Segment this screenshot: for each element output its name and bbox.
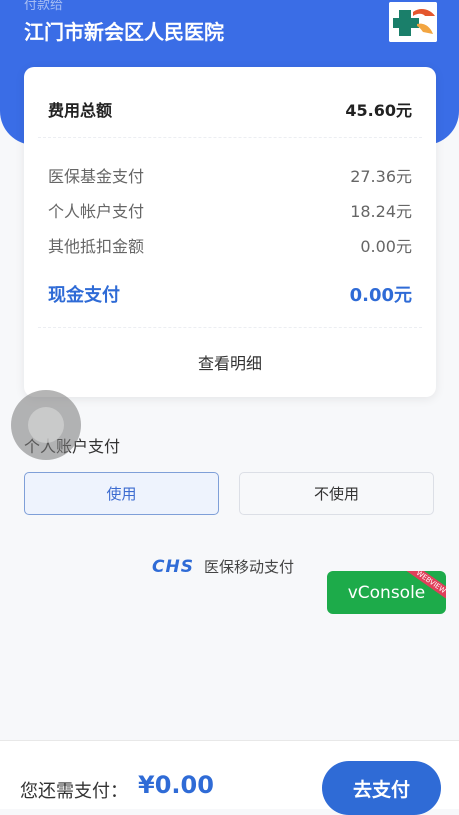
personal-account-row: 个人帐户支付 18.24元 <box>48 198 412 222</box>
view-details-link[interactable]: 查看明细 <box>24 350 436 374</box>
chs-brand: CHS 医保移动支付 <box>152 556 294 577</box>
total-value: 45.60元 <box>345 101 412 120</box>
payment-footer: 您还需支付： ¥0.00 去支付 <box>0 740 459 815</box>
vconsole-button[interactable]: vConsole WEBVIEW <box>327 571 446 614</box>
payee-caption: 付款给 <box>24 0 64 13</box>
other-deduction-row: 其他抵扣金额 0.00元 <box>48 233 412 257</box>
item-label: 医保基金支付 <box>48 167 145 186</box>
go-pay-button[interactable]: 去支付 <box>322 761 441 815</box>
divider <box>38 327 422 328</box>
total-row: 费用总额 45.60元 <box>48 97 412 121</box>
brand-text: 医保移动支付 <box>203 558 294 576</box>
item-value: 18.24元 <box>350 202 412 221</box>
cash-payment-row: 现金支付 0.00元 <box>48 281 412 307</box>
hospital-logo <box>389 2 437 42</box>
not-use-account-button[interactable]: 不使用 <box>239 472 434 515</box>
fee-summary-card: 费用总额 45.60元 医保基金支付 27.36元 个人帐户支付 18.24元 … <box>24 67 436 397</box>
amount-due-label: 您还需支付： <box>20 781 128 802</box>
divider <box>38 137 422 138</box>
fund-payment-row: 医保基金支付 27.36元 <box>48 163 412 187</box>
use-account-button[interactable]: 使用 <box>24 472 219 515</box>
cash-label: 现金支付 <box>48 285 120 306</box>
vconsole-label: vConsole <box>347 582 426 603</box>
float-button-core <box>28 407 64 443</box>
item-label: 个人帐户支付 <box>48 202 145 221</box>
cash-value: 0.00元 <box>349 285 412 306</box>
hospital-name: 江门市新会区人民医院 <box>24 20 224 44</box>
item-value: 27.36元 <box>350 167 412 186</box>
total-label: 费用总额 <box>48 101 113 120</box>
amount-due-value: ¥0.00 <box>138 771 214 799</box>
item-value: 0.00元 <box>360 237 412 256</box>
item-label: 其他抵扣金额 <box>48 237 145 256</box>
chs-logo: CHS <box>152 556 194 577</box>
assistive-float-button[interactable] <box>11 390 81 460</box>
